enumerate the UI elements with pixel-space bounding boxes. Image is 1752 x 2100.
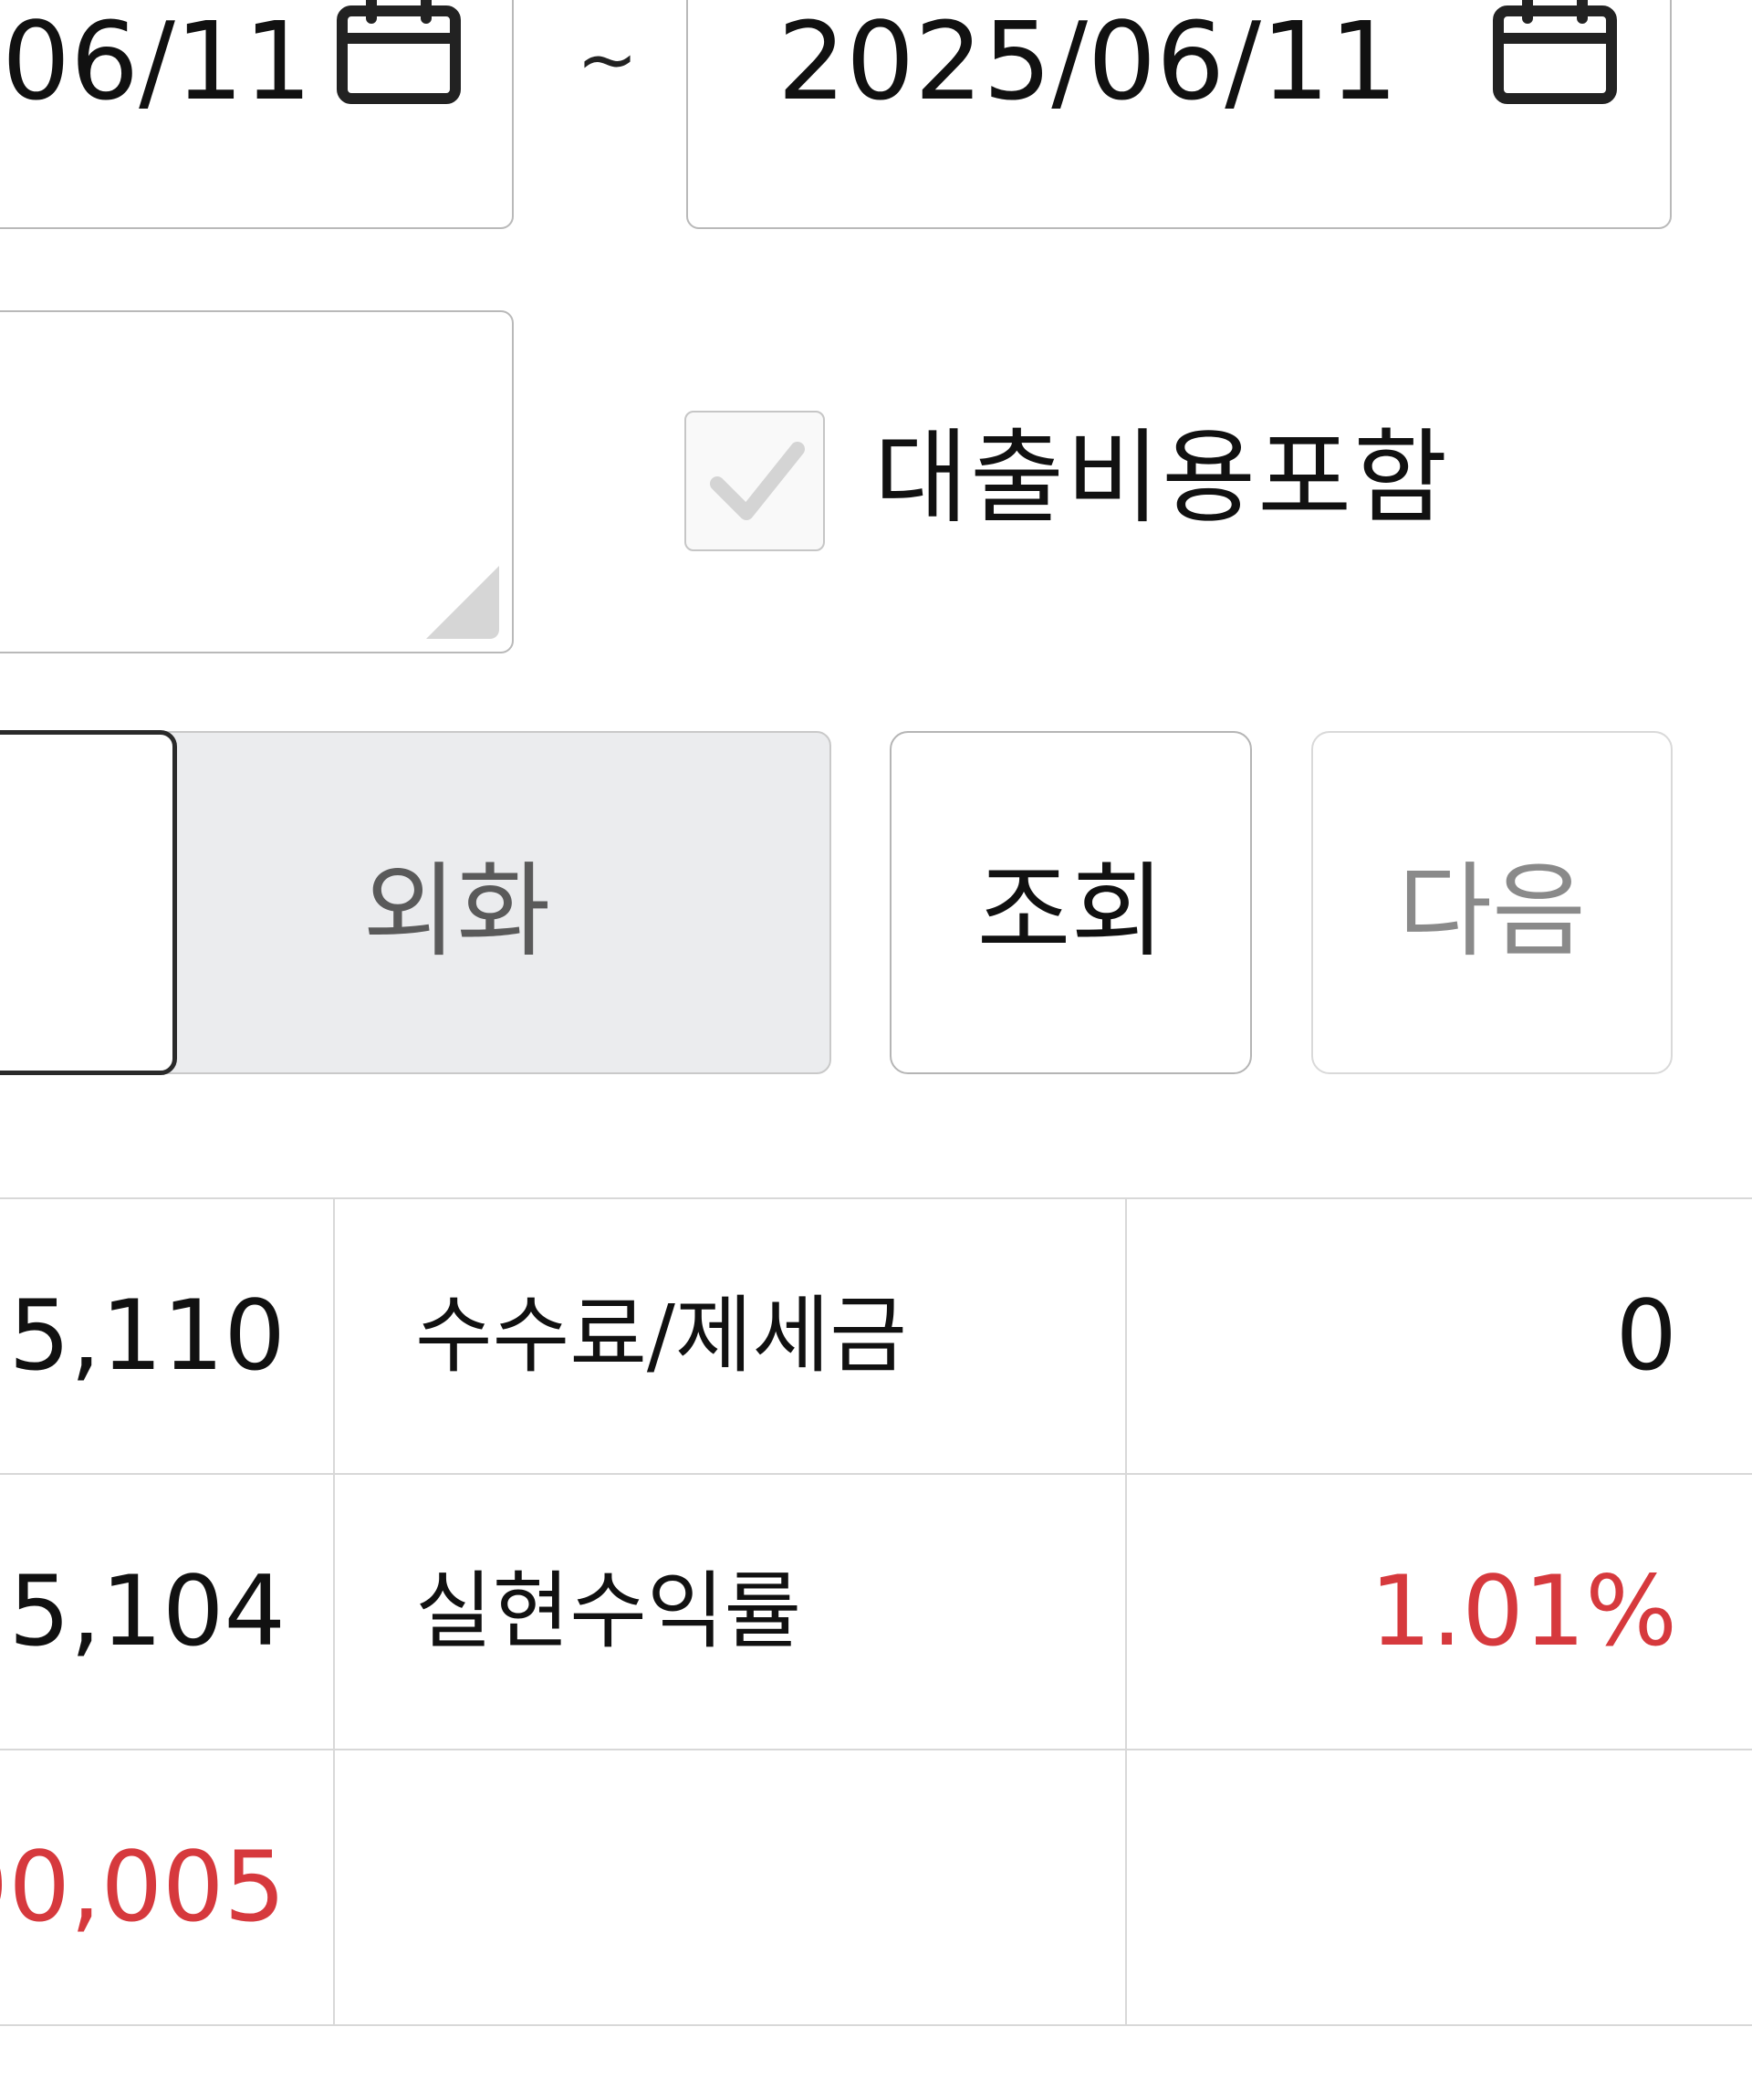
fees-taxes-value: 0: [1125, 1197, 1752, 1475]
summary-table: 15,110 수수료/제세금 0 25,104 실현수익률 1.01% 90,0…: [0, 1197, 1752, 2026]
end-date-field[interactable]: 2025/06/11: [686, 0, 1672, 229]
inquiry-button[interactable]: 조회: [890, 731, 1252, 1074]
calendar-icon[interactable]: [1491, 0, 1619, 106]
calendar-icon[interactable]: [335, 0, 463, 106]
memo-textarea[interactable]: [0, 310, 514, 653]
table-row: 15,110 수수료/제세금 0: [0, 1197, 1752, 1475]
include-loan-cost-checkbox[interactable]: [684, 411, 825, 551]
date-range-separator: ~: [577, 17, 639, 102]
currency-tab-foreign-label: 외화: [362, 852, 551, 971]
currency-tab-selected[interactable]: [0, 730, 177, 1075]
start-date-field[interactable]: 06/11: [0, 0, 514, 229]
end-date-text: 2025/06/11: [777, 0, 1399, 124]
resize-grip-icon[interactable]: [426, 566, 499, 639]
row-left-value: 25,104: [0, 1473, 335, 1750]
row-left-value: 15,110: [0, 1197, 335, 1475]
start-date-text: 06/11: [2, 0, 313, 124]
next-button[interactable]: 다음: [1311, 731, 1673, 1074]
realized-return-label: 실현수익률: [333, 1473, 1127, 1750]
realized-return-value: 1.01%: [1125, 1473, 1752, 1750]
check-icon: [710, 442, 805, 520]
fees-taxes-label: 수수료/제세금: [333, 1197, 1127, 1475]
empty-label-cell: [333, 1749, 1127, 2026]
include-loan-cost-label[interactable]: 대출비용포함: [874, 427, 1449, 529]
currency-tab-foreign[interactable]: 외화: [137, 731, 831, 1074]
empty-value-cell: [1125, 1749, 1752, 2026]
row-left-value: 90,005: [0, 1749, 335, 2026]
table-row: 90,005: [0, 1749, 1752, 2026]
table-row: 25,104 실현수익률 1.01%: [0, 1473, 1752, 1750]
